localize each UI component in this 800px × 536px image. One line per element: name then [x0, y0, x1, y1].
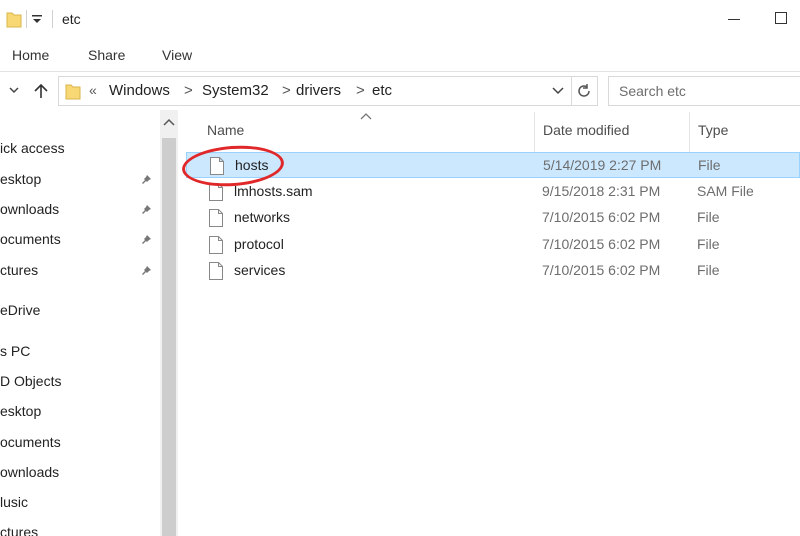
nav-item-downloads-pc[interactable]: ownloads [0, 464, 59, 480]
nav-item-this-pc[interactable]: s PC [0, 343, 30, 359]
file-row-lmhosts[interactable]: lmhosts.sam 9/15/2018 2:31 PM SAM File [186, 179, 800, 205]
file-name: lmhosts.sam [234, 183, 313, 199]
nav-item-3d-objects[interactable]: D Objects [0, 373, 61, 389]
file-name: networks [234, 209, 291, 225]
breadcrumb-system32[interactable]: System32 [202, 82, 269, 99]
tab-share[interactable]: Share [88, 47, 125, 63]
scrollbar-thumb[interactable] [162, 138, 176, 536]
column-header-name[interactable]: Name [207, 122, 244, 138]
file-row-services[interactable]: services 7/10/2015 6:02 PM File [186, 258, 800, 284]
address-divider [571, 77, 572, 105]
refresh-icon[interactable] [575, 82, 593, 100]
tab-home[interactable]: Home [12, 47, 49, 63]
nav-item-pictures[interactable]: ctures [0, 262, 38, 278]
file-date: 9/15/2018 2:31 PM [542, 183, 661, 199]
nav-item-quick-access[interactable]: ick access [0, 140, 65, 156]
nav-item-documents[interactable]: ocuments [0, 231, 61, 247]
file-date: 7/10/2015 6:02 PM [542, 236, 661, 252]
column-header-date[interactable]: Date modified [543, 122, 629, 138]
up-arrow-icon[interactable] [32, 82, 50, 100]
address-row: « Windows > System32 > drivers > etc Sea… [0, 72, 800, 110]
file-type: File [697, 236, 720, 252]
sort-ascending-icon [360, 113, 372, 120]
toolbar-divider [26, 10, 27, 28]
breadcrumb-separator[interactable]: > [282, 82, 291, 99]
pin-icon [142, 235, 151, 244]
title-bar: etc [0, 0, 800, 40]
pin-icon [142, 175, 151, 184]
column-header-type[interactable]: Type [698, 122, 728, 138]
pin-icon [142, 205, 151, 214]
column-divider[interactable] [534, 112, 535, 152]
search-placeholder: Search etc [619, 83, 686, 99]
file-type: File [698, 157, 721, 173]
search-input[interactable]: Search etc [608, 76, 800, 106]
chevron-down-icon[interactable] [552, 86, 564, 96]
window-title: etc [62, 11, 81, 27]
nav-item-onedrive[interactable]: eDrive [0, 302, 40, 318]
folder-icon [65, 84, 81, 100]
maximize-button[interactable] [775, 12, 787, 24]
file-type: SAM File [697, 183, 754, 199]
file-type: File [697, 209, 720, 225]
scroll-up-icon[interactable] [163, 118, 175, 128]
nav-scrollbar[interactable] [160, 110, 178, 536]
file-type: File [697, 262, 720, 278]
navigation-pane: ick access esktop ownloads ocuments ctur… [0, 110, 160, 536]
breadcrumb-windows[interactable]: Windows [109, 82, 170, 99]
folder-icon [6, 12, 22, 28]
file-icon [209, 209, 223, 227]
file-date: 7/10/2015 6:02 PM [542, 209, 661, 225]
recent-locations-icon[interactable] [8, 84, 20, 96]
file-row-networks[interactable]: networks 7/10/2015 6:02 PM File [186, 205, 800, 231]
breadcrumb-etc[interactable]: etc [372, 82, 392, 99]
file-icon [209, 262, 223, 280]
column-divider[interactable] [689, 112, 690, 152]
pin-icon [142, 266, 151, 275]
file-name: services [234, 262, 286, 278]
nav-item-desktop[interactable]: esktop [0, 171, 41, 187]
ribbon: Home Share View [0, 40, 800, 72]
breadcrumb-separator[interactable]: > [184, 82, 193, 99]
overflow-chevron[interactable]: « [89, 82, 97, 98]
minimize-button[interactable] [728, 19, 740, 20]
file-date: 7/10/2015 6:02 PM [542, 262, 661, 278]
nav-item-downloads[interactable]: ownloads [0, 201, 59, 217]
quick-access-dropdown-icon[interactable] [30, 12, 44, 26]
nav-item-music[interactable]: lusic [0, 494, 28, 510]
breadcrumb-drivers[interactable]: drivers [296, 82, 341, 99]
nav-item-desktop-pc[interactable]: esktop [0, 403, 41, 419]
file-date: 5/14/2019 2:27 PM [543, 157, 662, 173]
file-name: protocol [234, 236, 284, 252]
breadcrumb-separator[interactable]: > [356, 82, 365, 99]
nav-item-documents-pc[interactable]: ocuments [0, 434, 61, 450]
file-row-protocol[interactable]: protocol 7/10/2015 6:02 PM File [186, 232, 800, 258]
file-icon [209, 236, 223, 254]
address-bar[interactable]: « Windows > System32 > drivers > etc [58, 76, 598, 106]
tab-view[interactable]: View [162, 47, 192, 63]
nav-item-pictures-pc[interactable]: ctures [0, 524, 38, 536]
toolbar-divider [52, 10, 53, 28]
